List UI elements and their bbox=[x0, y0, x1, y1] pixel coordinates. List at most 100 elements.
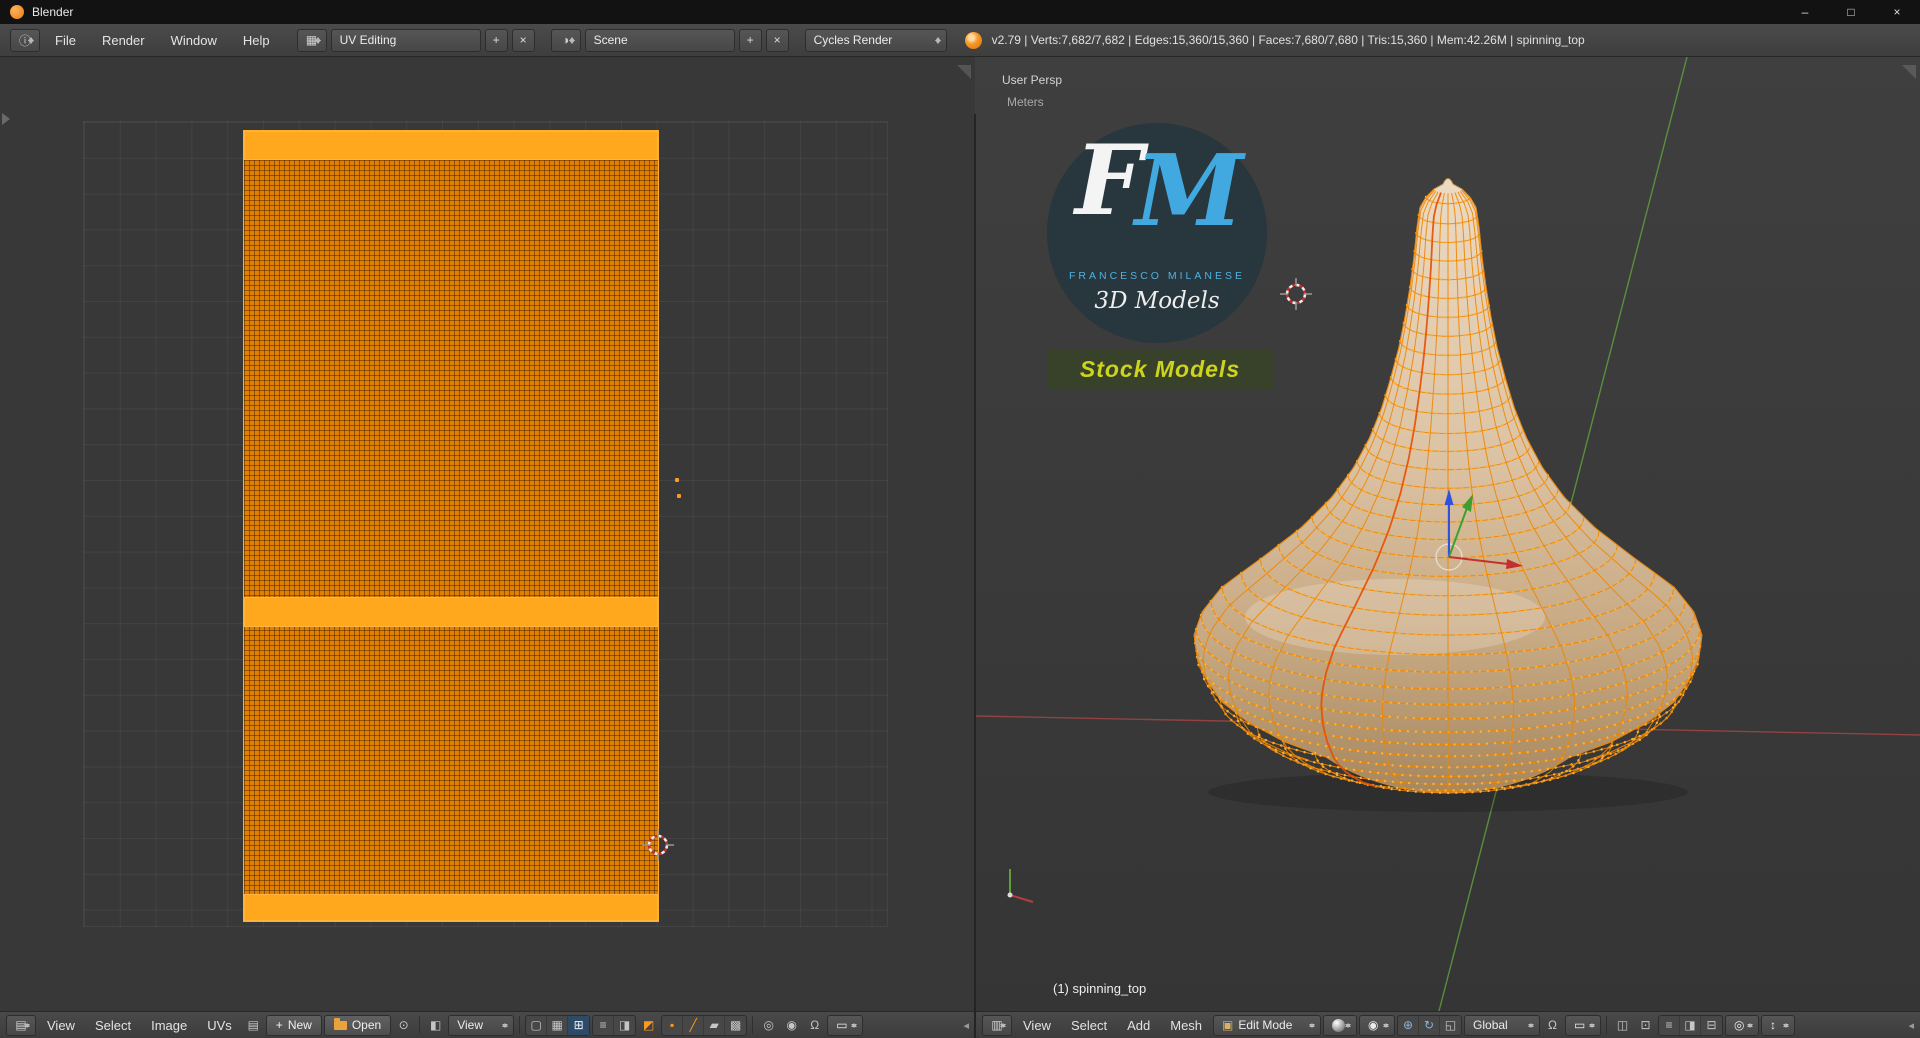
watermark-letter-f: F bbox=[1075, 124, 1144, 237]
misc-c-icon[interactable]: ⊟ bbox=[1701, 1016, 1722, 1035]
scene-delete-button[interactable]: × bbox=[765, 28, 789, 52]
scene-value: Scene bbox=[593, 33, 628, 47]
watermark-models: 3D Models bbox=[1094, 288, 1220, 314]
snap-magnet-icon[interactable]: Ω bbox=[804, 1015, 825, 1036]
image-browse-icon[interactable]: ▤ bbox=[243, 1015, 264, 1036]
menu-window[interactable]: Window bbox=[160, 33, 228, 48]
scene-field[interactable]: Scene bbox=[584, 28, 735, 52]
scene-browse-button[interactable]: ◑ bbox=[550, 28, 581, 52]
editor-type-3d-button[interactable]: ▥ bbox=[982, 1014, 1012, 1036]
snap-element-icon: ▭ bbox=[836, 1018, 848, 1032]
3d-cursor bbox=[1280, 278, 1312, 310]
falloff-icon: ↕ bbox=[1770, 1018, 1777, 1032]
screen-layout-add-button[interactable]: + bbox=[484, 28, 508, 52]
draw-repeat-icon[interactable]: ▢ bbox=[526, 1015, 548, 1035]
uv-edge-select-icon[interactable]: ╱ bbox=[683, 1015, 705, 1035]
uv-menu-image[interactable]: Image bbox=[142, 1018, 196, 1033]
edit-options-group: ≡ ◨ ⊟ bbox=[1658, 1014, 1724, 1036]
spinning-top-mesh[interactable] bbox=[1193, 178, 1703, 795]
snap-element-select[interactable]: ▭ bbox=[1565, 1014, 1602, 1036]
uv-island-select-icon[interactable]: ▩ bbox=[725, 1016, 746, 1035]
screen-layout-value: UV Editing bbox=[339, 33, 397, 47]
uv-stray-vertex[interactable] bbox=[677, 494, 681, 498]
render-engine-value: Cycles Render bbox=[813, 33, 893, 47]
pane-resize-widget[interactable] bbox=[957, 65, 971, 79]
uv-stray-vertex[interactable] bbox=[675, 478, 679, 482]
header-scroll-icon[interactable]: ◂ bbox=[963, 1019, 969, 1032]
misc-b-icon[interactable]: ◨ bbox=[1680, 1015, 1702, 1035]
uv-sync-select-icon[interactable]: ◩ bbox=[638, 1015, 659, 1036]
editor-type-image-button[interactable]: ▤ bbox=[6, 1014, 36, 1036]
main-area: User Persp Meters F M FRANCESCO MILANESE… bbox=[0, 57, 1920, 1038]
v3d-menu-mesh[interactable]: Mesh bbox=[1161, 1018, 1211, 1033]
new-image-button[interactable]: + New bbox=[265, 1014, 322, 1036]
menu-file[interactable]: File bbox=[44, 33, 87, 48]
paint-mask-icon[interactable]: ⊞ bbox=[568, 1015, 590, 1035]
uv-menu-view[interactable]: View bbox=[38, 1018, 84, 1033]
close-button[interactable]: × bbox=[1874, 0, 1920, 24]
occlude-geometry-icon[interactable]: ⊡ bbox=[1635, 1015, 1656, 1036]
uv-menu-uvs[interactable]: UVs bbox=[198, 1018, 241, 1033]
plus-icon: + bbox=[275, 1018, 283, 1032]
blender-app-icon bbox=[10, 5, 24, 19]
misc-b-icon[interactable]: ◨ bbox=[614, 1016, 635, 1035]
watermark-banner: Stock Models bbox=[1047, 349, 1273, 389]
uv-select-mode-group: ▪ ╱ ▰ ▩ bbox=[661, 1014, 748, 1036]
open-image-button[interactable]: Open bbox=[323, 1014, 392, 1036]
manipulator-translate-icon[interactable]: ⊕ bbox=[1398, 1015, 1420, 1035]
folder-icon bbox=[333, 1017, 347, 1030]
title-bar: Blender – □ × bbox=[0, 0, 1920, 24]
screen-layout-field[interactable]: UV Editing bbox=[330, 28, 481, 52]
render-preview-icon[interactable]: ◫ bbox=[1612, 1015, 1633, 1036]
uv-island-mesh[interactable] bbox=[243, 130, 659, 922]
v3d-menu-select[interactable]: Select bbox=[1062, 1018, 1116, 1033]
pin-icon[interactable]: ⊙ bbox=[393, 1015, 414, 1036]
window-controls: – □ × bbox=[1782, 0, 1920, 24]
display-channel-value: View bbox=[457, 1018, 483, 1032]
proportional-edit-icon[interactable]: ◎ bbox=[758, 1015, 779, 1036]
misc-a-icon[interactable]: ≡ bbox=[1659, 1015, 1681, 1035]
uv-draw-type-group: ▢ ▦ ⊞ bbox=[525, 1014, 591, 1036]
pane-resize-widget[interactable] bbox=[1902, 65, 1916, 79]
manipulator-rotate-icon[interactable]: ↻ bbox=[1419, 1015, 1441, 1035]
pane-splitter[interactable] bbox=[974, 114, 976, 1038]
uv-image-editor bbox=[0, 57, 975, 1011]
minimize-button[interactable]: – bbox=[1782, 0, 1828, 24]
screen-layout-browse-button[interactable]: ▦ bbox=[296, 28, 327, 52]
draw-grid-icon[interactable]: ▦ bbox=[547, 1015, 569, 1035]
viewport-3d-header: ▥ View Select Add Mesh ▣ Edit Mode ◉ ⊕ ↻… bbox=[976, 1011, 1920, 1038]
interaction-mode-select[interactable]: ▣ Edit Mode bbox=[1213, 1014, 1322, 1036]
menu-render[interactable]: Render bbox=[91, 33, 156, 48]
render-engine-select[interactable]: Cycles Render bbox=[804, 28, 947, 52]
snap-magnet-icon[interactable]: Ω bbox=[1542, 1015, 1563, 1036]
menu-help[interactable]: Help bbox=[232, 33, 281, 48]
v3d-menu-view[interactable]: View bbox=[1014, 1018, 1060, 1033]
pivot-point-icon: ◉ bbox=[1368, 1018, 1379, 1032]
manipulator-scale-icon[interactable]: ◱ bbox=[1440, 1016, 1461, 1035]
scene-add-button[interactable]: + bbox=[738, 28, 762, 52]
maximize-button[interactable]: □ bbox=[1828, 0, 1874, 24]
uv-vertex-select-icon[interactable]: ▪ bbox=[662, 1015, 684, 1035]
viewport-shading-icon bbox=[1332, 1018, 1346, 1032]
v3d-menu-add[interactable]: Add bbox=[1118, 1018, 1159, 1033]
pivot-point-icon[interactable]: ◉ bbox=[781, 1015, 802, 1036]
header-scroll-icon[interactable]: ◂ bbox=[1908, 1019, 1914, 1032]
proportional-edit-select[interactable]: ◎ bbox=[1725, 1014, 1760, 1036]
display-channel-select[interactable]: View bbox=[448, 1014, 515, 1036]
editor-type-info-button[interactable]: ⓘ bbox=[10, 28, 40, 52]
pivot-point-select[interactable]: ◉ bbox=[1359, 1014, 1396, 1036]
misc-a-icon[interactable]: ≡ bbox=[593, 1015, 615, 1035]
region-expand-arrow[interactable] bbox=[2, 113, 16, 125]
snap-element-select[interactable]: ▭ bbox=[827, 1014, 864, 1036]
proportional-edit-icon: ◎ bbox=[1734, 1018, 1745, 1032]
viewport-3d: User Persp Meters F M FRANCESCO MILANESE… bbox=[975, 57, 1920, 1011]
uv-face-select-icon[interactable]: ▰ bbox=[704, 1015, 726, 1035]
info-header: ⓘ File Render Window Help ▦ UV Editing +… bbox=[0, 24, 1920, 57]
screen-layout-delete-button[interactable]: × bbox=[511, 28, 535, 52]
transform-orientation-select[interactable]: Global bbox=[1464, 1014, 1541, 1036]
uv-menu-select[interactable]: Select bbox=[86, 1018, 140, 1033]
open-image-label: Open bbox=[351, 1018, 382, 1032]
proportional-falloff-select[interactable]: ↕ bbox=[1761, 1014, 1796, 1036]
display-channel-icon[interactable]: ◧ bbox=[425, 1015, 446, 1036]
viewport-shading-select[interactable] bbox=[1323, 1014, 1358, 1036]
